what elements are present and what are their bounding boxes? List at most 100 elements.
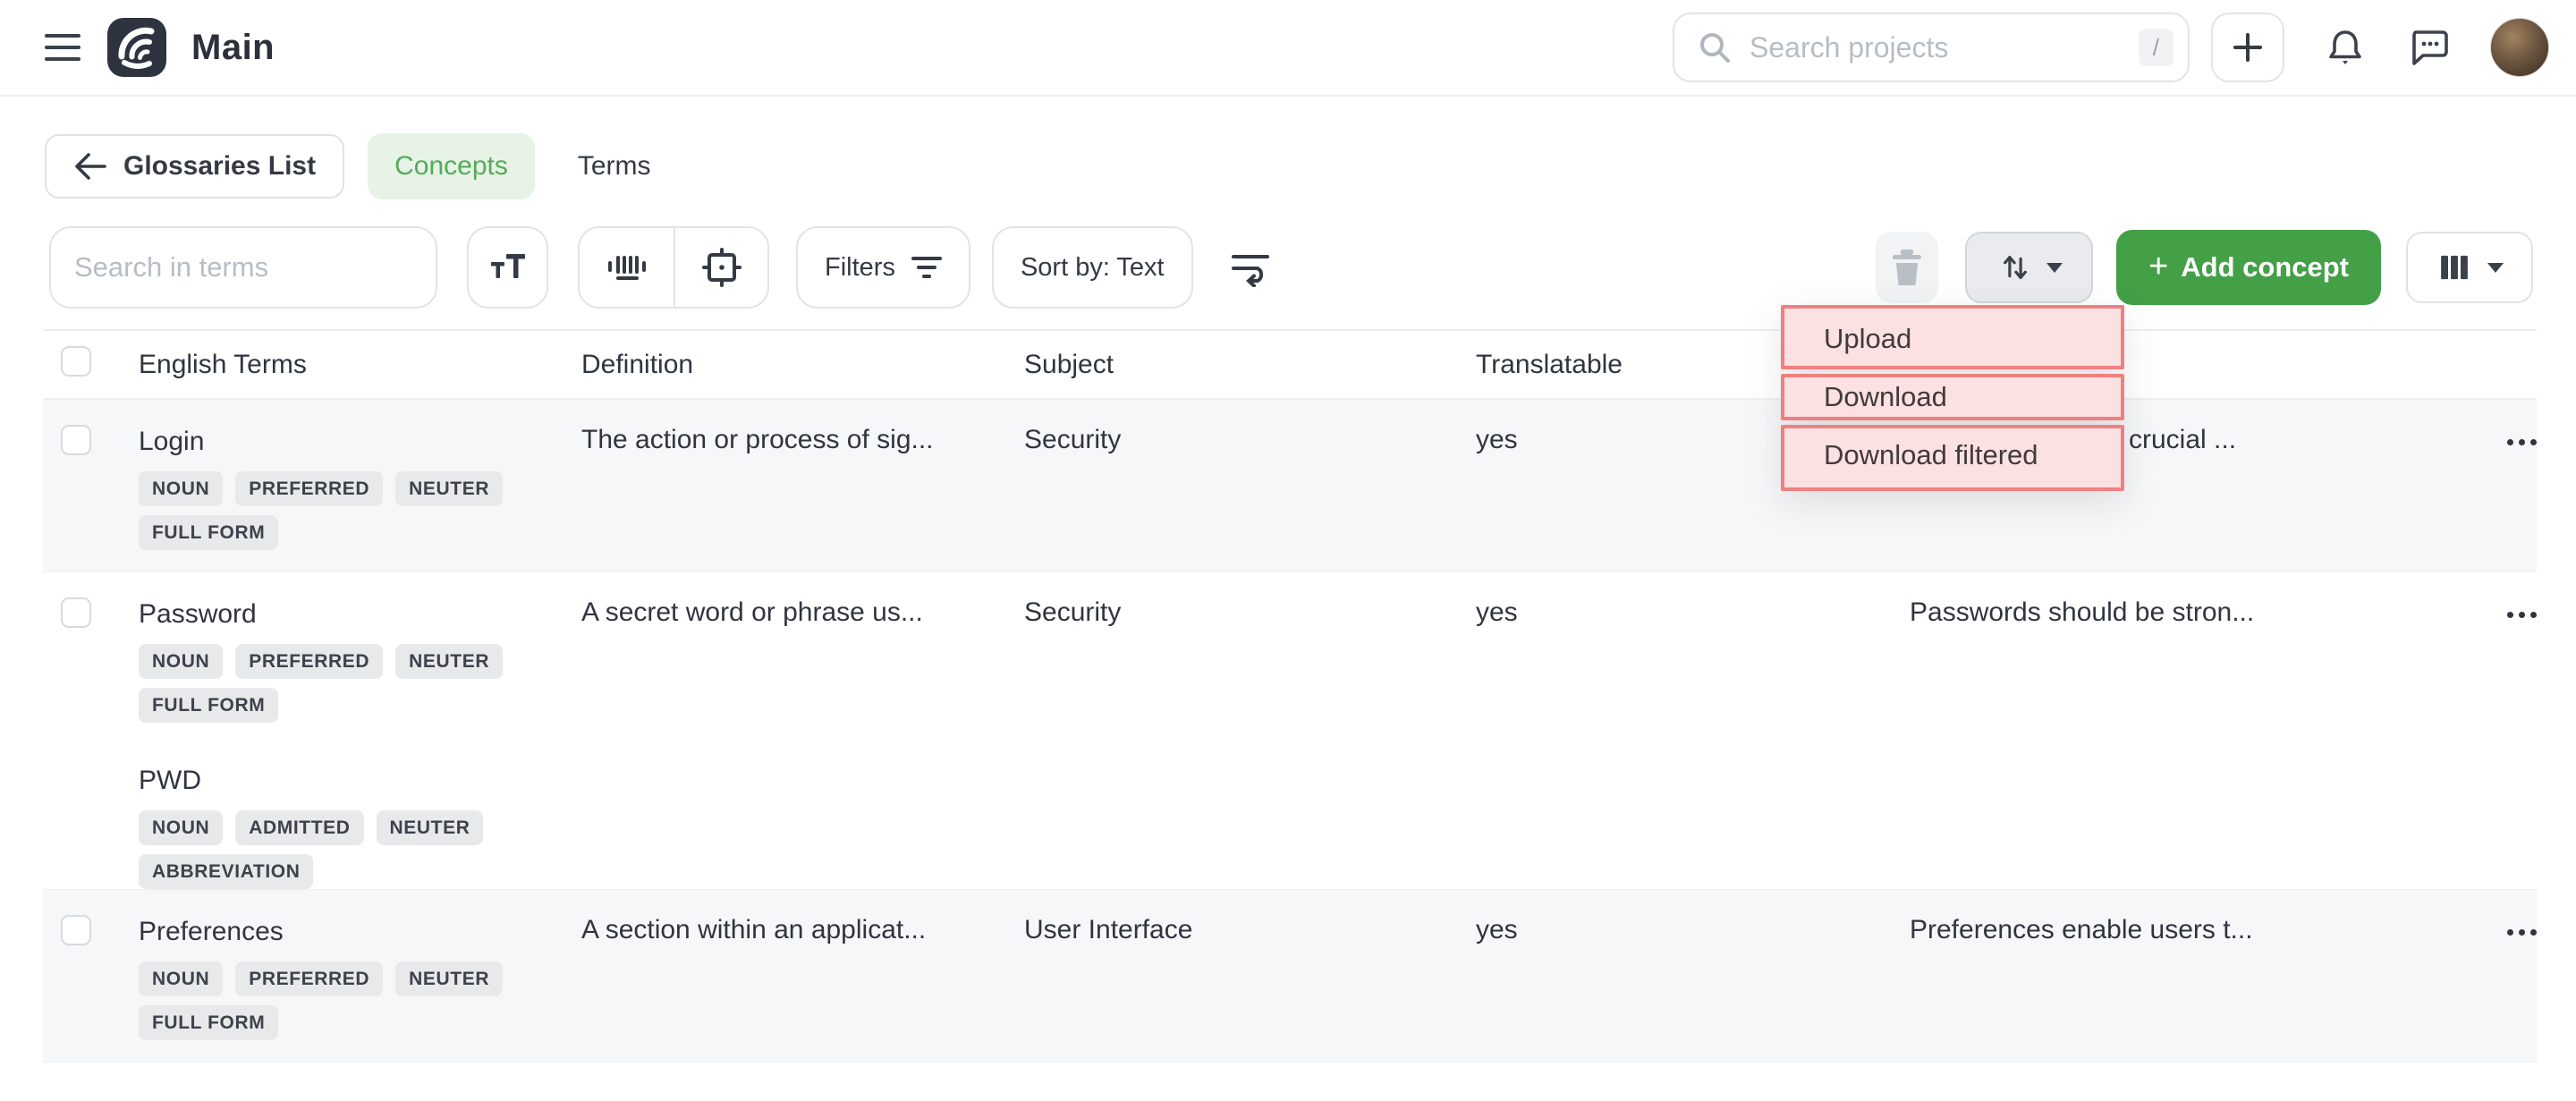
badge-term-type: ABBREVIATION: [139, 854, 313, 889]
add-concept-button[interactable]: + Add concept: [2116, 230, 2381, 305]
terms-search-box: [49, 226, 437, 309]
columns-dropdown-button[interactable]: [2406, 232, 2533, 303]
search-shortcut-key: /: [2139, 29, 2174, 66]
top-bar: Main /: [0, 0, 2576, 97]
chat-bubble-icon: [2406, 25, 2451, 70]
tab-concepts[interactable]: Concepts: [368, 133, 535, 199]
logo-arcs-icon: [107, 18, 166, 77]
delete-selected-button[interactable]: [1876, 232, 1938, 303]
table-row: Login NOUN PREFERRED NEUTER FULL FORM Th…: [43, 400, 2537, 572]
badge-gender: NEUTER: [395, 961, 503, 996]
messages-button[interactable]: [2406, 25, 2451, 70]
term-text[interactable]: PWD: [139, 764, 581, 798]
badge-term-type: FULL FORM: [139, 688, 278, 723]
term-text[interactable]: Login: [139, 425, 581, 459]
columns-icon: [2436, 249, 2473, 286]
search-icon: [1696, 29, 1733, 66]
filter-icon: [911, 256, 942, 279]
arrow-left-icon: [73, 151, 107, 182]
match-case-icon: [490, 251, 526, 284]
cell-subject: User Interface: [1024, 890, 1476, 1062]
term-block: PWD NOUN ADMITTED NEUTER ABBREVIATION: [139, 764, 581, 889]
menu-item-download-filtered[interactable]: Download filtered: [1781, 425, 2124, 491]
term-block: Password NOUN PREFERRED NEUTER FULL FORM: [139, 597, 581, 723]
notifications-button[interactable]: [2324, 26, 2367, 69]
back-button-label: Glossaries List: [123, 151, 316, 182]
glossary-concepts-page: Main /: [0, 0, 2576, 1101]
search-projects-input[interactable]: [1750, 31, 2139, 64]
term-badges: NOUN PREFERRED NEUTER: [139, 644, 581, 679]
cell-subject: Security: [1024, 572, 1476, 889]
row-actions-button[interactable]: [2507, 597, 2537, 631]
row-actions-button[interactable]: [2507, 425, 2537, 459]
cell-subject: Security: [1024, 400, 1476, 572]
row-checkbox[interactable]: [61, 597, 91, 628]
header-english-terms: English Terms: [139, 350, 581, 380]
up-down-arrows-icon: [1996, 249, 2034, 286]
back-to-glossaries-button[interactable]: Glossaries List: [45, 134, 344, 199]
cell-note: Preferences enable users t...: [1910, 890, 2483, 1062]
add-concept-label: Add concept: [2181, 251, 2349, 284]
badge-term-type: FULL FORM: [139, 1005, 278, 1040]
header-subject: Subject: [1024, 350, 1476, 380]
project-search-box: /: [1673, 13, 2190, 82]
badge-status: ADMITTED: [235, 810, 363, 845]
match-mode-button-group: [578, 226, 769, 309]
row-actions-button[interactable]: [2507, 915, 2537, 949]
term-badges: FULL FORM: [139, 688, 581, 723]
filters-button[interactable]: Filters: [796, 226, 970, 309]
sort-by-button[interactable]: Sort by: Text: [992, 226, 1193, 309]
tab-terms[interactable]: Terms: [558, 133, 671, 199]
badge-status: PREFERRED: [235, 961, 383, 996]
plus-icon: +: [2148, 250, 2168, 284]
term-block: Preferences NOUN PREFERRED NEUTER FULL F…: [139, 915, 581, 1040]
term-text[interactable]: Password: [139, 597, 581, 631]
badge-status: PREFERRED: [235, 644, 383, 679]
page-title: Main: [191, 28, 275, 68]
table-row: Password NOUN PREFERRED NEUTER FULL FORM…: [43, 572, 2537, 890]
term-text[interactable]: Preferences: [139, 915, 581, 949]
badge-part-of-speech: NOUN: [139, 644, 223, 679]
cell-definition: The action or process of sig...: [581, 400, 1024, 572]
user-avatar[interactable]: [2490, 18, 2549, 77]
term-badges: NOUN PREFERRED NEUTER: [139, 471, 581, 506]
import-export-dropdown-button[interactable]: [1965, 232, 2093, 303]
import-export-dropdown-menu: Upload Download Download filtered: [1781, 305, 2124, 491]
cell-translatable: yes: [1476, 572, 1910, 889]
wrap-text-icon: [1228, 248, 1273, 287]
term-badges: ABBREVIATION: [139, 854, 581, 889]
filters-label: Filters: [825, 253, 895, 283]
chevron-down-icon: [2487, 263, 2504, 273]
menu-item-download[interactable]: Download: [1781, 374, 2124, 420]
term-badges: NOUN ADMITTED NEUTER: [139, 810, 581, 845]
exact-match-icon: [701, 247, 742, 288]
header-definition: Definition: [581, 350, 1024, 380]
row-checkbox[interactable]: [61, 915, 91, 945]
crowdin-logo[interactable]: [107, 18, 166, 77]
badge-part-of-speech: NOUN: [139, 961, 223, 996]
match-whole-phrase-button[interactable]: [580, 228, 674, 307]
whole-phrase-icon: [606, 250, 648, 285]
term-badges: FULL FORM: [139, 1005, 581, 1040]
create-new-button[interactable]: [2211, 13, 2284, 82]
wrap-lines-button[interactable]: [1228, 248, 1273, 287]
badge-gender: NEUTER: [395, 644, 503, 679]
exact-match-button[interactable]: [674, 228, 767, 307]
bell-icon: [2324, 26, 2367, 69]
search-in-terms-input[interactable]: [74, 251, 412, 284]
sort-by-label: Sort by: Text: [1021, 253, 1165, 283]
match-case-button[interactable]: [467, 226, 548, 309]
cell-note: Passwords should be stron...: [1910, 572, 2483, 889]
select-all-checkbox[interactable]: [61, 346, 91, 377]
menu-item-upload[interactable]: Upload: [1781, 305, 2124, 369]
cell-translatable: yes: [1476, 890, 1910, 1062]
chevron-down-icon: [2046, 263, 2063, 273]
term-block: Login NOUN PREFERRED NEUTER FULL FORM: [139, 425, 581, 550]
badge-gender: NEUTER: [395, 471, 503, 506]
cell-definition: A section within an applicat...: [581, 890, 1024, 1062]
concepts-toolbar: Filters Sort by: Text: [49, 226, 2533, 309]
hamburger-menu-icon[interactable]: [45, 34, 80, 61]
plus-icon: [2228, 28, 2267, 67]
row-checkbox[interactable]: [61, 425, 91, 455]
badge-status: PREFERRED: [235, 471, 383, 506]
